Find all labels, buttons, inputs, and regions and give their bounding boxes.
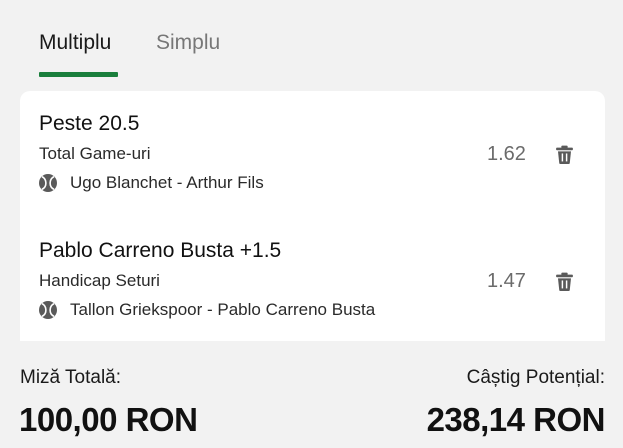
selection-title: Peste 20.5 — [39, 112, 140, 135]
total-stake-value[interactable]: 100,00 RON — [19, 400, 198, 440]
betslip-selections: Peste 20.5 Total Game-uri Ugo Blanchet -… — [20, 91, 605, 341]
tennis-ball-icon — [39, 301, 57, 319]
selection-odds: 1.47 — [487, 270, 526, 292]
tab-simplu[interactable]: Simplu — [156, 30, 220, 56]
bet-type-tabs: Multiplu Simplu — [0, 0, 623, 78]
trash-icon[interactable] — [554, 271, 575, 292]
selection-title: Pablo Carreno Busta +1.5 — [39, 239, 282, 262]
total-stake-label: Miză Totală: — [20, 367, 122, 388]
selection-market: Total Game-uri — [39, 144, 151, 163]
event-name: Tallon Griekspoor - Pablo Carreno Busta — [70, 300, 376, 319]
trash-icon[interactable] — [554, 144, 575, 165]
potential-win-value: 238,14 RON — [426, 401, 606, 438]
selection-market: Handicap Seturi — [39, 271, 160, 290]
selection-odds: 1.62 — [487, 143, 526, 165]
tab-multiplu[interactable]: Multiplu — [39, 30, 111, 56]
tennis-ball-icon — [39, 174, 57, 192]
betslip-totals: Miză Totală: Câștig Potențial: 100,00 RO… — [0, 342, 623, 448]
active-tab-indicator — [39, 72, 118, 77]
selection-item: Peste 20.5 Total Game-uri Ugo Blanchet -… — [20, 111, 605, 221]
event-name: Ugo Blanchet - Arthur Fils — [70, 173, 264, 192]
potential-win-label: Câștig Potențial: — [466, 367, 605, 388]
selection-item: Pablo Carreno Busta +1.5 Handicap Seturi… — [20, 238, 605, 341]
